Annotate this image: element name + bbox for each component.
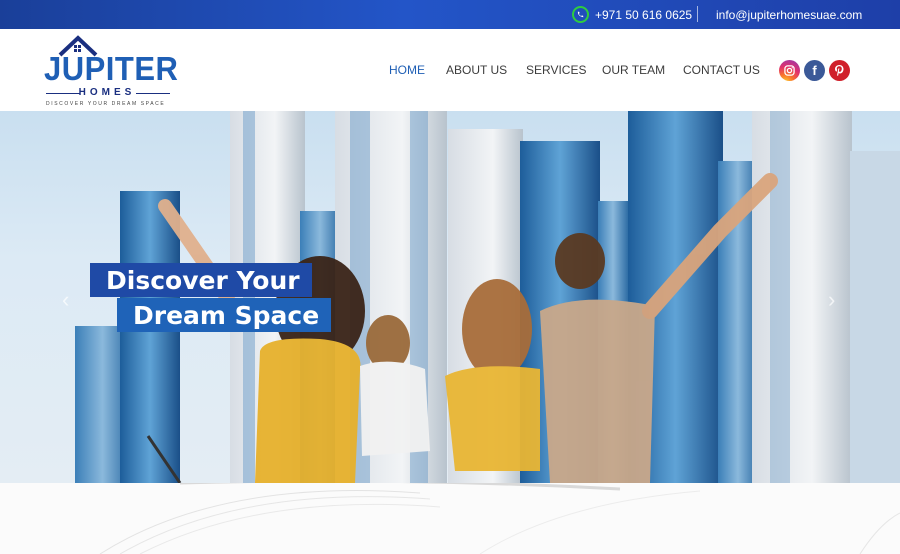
top-contact-bar: +971 50 616 0625 info@jupiterhomesuae.co… <box>0 0 900 29</box>
hero-headline-line1: Discover Your <box>90 263 312 297</box>
hero-background-image <box>75 111 900 483</box>
nav-contact-us[interactable]: CONTACT US <box>683 63 760 77</box>
instagram-icon[interactable] <box>779 60 800 81</box>
nav-our-team[interactable]: OUR TEAM <box>602 63 665 77</box>
site-logo[interactable]: JUPITER HOMES DISCOVER YOUR DREAM SPACE <box>44 35 178 107</box>
logo-tagline: DISCOVER YOUR DREAM SPACE <box>46 101 166 107</box>
phone-number[interactable]: +971 50 616 0625 <box>595 8 692 22</box>
decorative-wave-lines <box>99 483 900 554</box>
topbar-divider <box>697 6 698 22</box>
nav-home[interactable]: HOME <box>389 63 425 77</box>
lower-section <box>0 483 900 554</box>
hero-slider: ‹ › Discover Your Dream Space <box>0 111 900 483</box>
email-link[interactable]: info@jupiterhomesuae.com <box>716 8 862 22</box>
slider-next-arrow[interactable]: › <box>828 287 835 313</box>
site-header: JUPITER HOMES DISCOVER YOUR DREAM SPACE … <box>0 29 900 111</box>
whatsapp-icon <box>572 6 589 23</box>
nav-about-us[interactable]: ABOUT US <box>446 63 507 77</box>
facebook-icon[interactable]: f <box>804 60 825 81</box>
pinterest-icon[interactable] <box>829 60 850 81</box>
slider-prev-arrow[interactable]: ‹ <box>62 287 69 313</box>
logo-brand-text: JUPITER <box>44 49 179 88</box>
logo-rule-right <box>136 93 170 94</box>
phone-contact[interactable]: +971 50 616 0625 <box>572 6 692 23</box>
nav-services[interactable]: SERVICES <box>526 63 586 77</box>
hero-headline-line2: Dream Space <box>117 298 332 332</box>
